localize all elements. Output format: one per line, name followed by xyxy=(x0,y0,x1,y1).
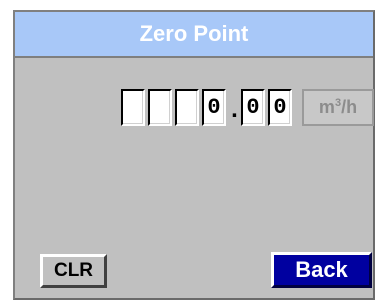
digit-field-2[interactable] xyxy=(148,89,172,126)
unit-label: m3/h xyxy=(302,89,374,126)
digit-field-4[interactable]: 0 xyxy=(202,89,226,126)
page-title: Zero Point xyxy=(139,21,249,46)
clear-button[interactable]: CLR xyxy=(40,254,107,288)
zero-point-entry: 0 . 0 0 m3/h xyxy=(121,89,374,126)
dialog-frame: Zero Point 0 . 0 0 m3/h CLR Back xyxy=(13,10,375,300)
digit-field-1[interactable] xyxy=(121,89,145,126)
digit-field-3[interactable] xyxy=(175,89,199,126)
decimal-point: . xyxy=(231,96,238,123)
zero-point-screen: Zero Point 0 . 0 0 m3/h CLR Back xyxy=(0,0,378,303)
unit-suffix: /h xyxy=(341,97,358,117)
decimal-field-1[interactable]: 0 xyxy=(241,89,265,126)
back-button[interactable]: Back xyxy=(271,252,372,288)
title-bar: Zero Point xyxy=(15,12,373,58)
decimal-field-2[interactable]: 0 xyxy=(268,89,292,126)
unit-base: m xyxy=(318,97,335,117)
